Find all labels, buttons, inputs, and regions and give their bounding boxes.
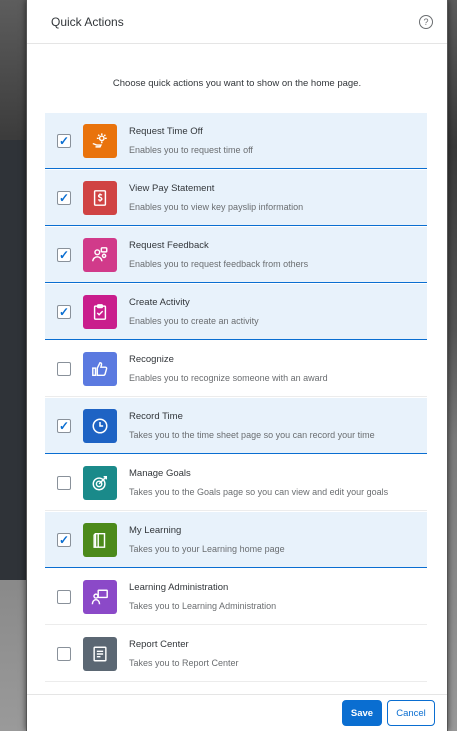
checkmark-icon: ✓ bbox=[58, 133, 70, 148]
quick-action-description: Enables you to create an activity bbox=[129, 316, 259, 326]
quick-action-checkbox[interactable]: ✓ bbox=[57, 304, 71, 319]
quick-action-name: Manage Goals bbox=[129, 468, 191, 479]
quick-action-text: Manage Goals Takes you to the Goals page … bbox=[129, 468, 388, 497]
quick-action-text: My Learning Takes you to your Learning ho… bbox=[129, 525, 285, 554]
dialog-title: Quick Actions bbox=[51, 14, 124, 29]
quick-action-item[interactable]: ✓ Request Time Off Enables you to request … bbox=[45, 113, 427, 169]
quick-action-text: Request Time Off Enables you to request t… bbox=[129, 126, 253, 155]
quick-action-text: Record Time Takes you to the time sheet p… bbox=[129, 411, 375, 440]
quick-action-checkbox[interactable] bbox=[57, 361, 71, 376]
dollar-document-icon bbox=[83, 180, 117, 215]
quick-action-name: View Pay Statement bbox=[129, 183, 215, 194]
quick-action-description: Enables you to request time off bbox=[129, 145, 253, 155]
quick-action-text: Recognize Enables you to recognize someon… bbox=[129, 354, 328, 383]
help-icon[interactable]: ? bbox=[419, 14, 433, 29]
quick-action-checkbox[interactable]: ✓ bbox=[57, 190, 71, 205]
report-icon bbox=[83, 636, 117, 671]
quick-action-description: Enables you to recognize someone with an… bbox=[129, 373, 328, 383]
quick-actions-dialog: Quick Actions ? Choose quick actions you… bbox=[26, 0, 448, 731]
quick-action-item[interactable]: Manage Goals Takes you to the Goals page … bbox=[45, 455, 427, 511]
quick-action-checkbox[interactable]: ✓ bbox=[57, 532, 71, 547]
checkmark-icon: ✓ bbox=[58, 190, 70, 205]
quick-action-text: Learning Administration Takes you to Lear… bbox=[129, 582, 276, 611]
quick-action-item[interactable]: Learning Administration Takes you to Lear… bbox=[45, 569, 427, 625]
quick-action-description: Takes you to your Learning home page bbox=[129, 544, 285, 554]
book-icon bbox=[83, 522, 117, 557]
quick-action-description: Takes you to Report Center bbox=[129, 658, 239, 668]
quick-action-text: Create Activity Enables you to create an … bbox=[129, 297, 259, 326]
quick-action-description: Enables you to view key payslip informat… bbox=[129, 202, 304, 212]
target-icon bbox=[83, 465, 117, 500]
dialog-header: Quick Actions ? bbox=[27, 0, 447, 44]
quick-action-checkbox[interactable]: ✓ bbox=[57, 133, 71, 148]
quick-action-description: Takes you to Learning Administration bbox=[129, 601, 277, 611]
thumbs-up-icon bbox=[83, 351, 117, 386]
quick-action-item[interactable]: ✓ View Pay Statement Enables you to view k… bbox=[45, 170, 427, 226]
quick-action-item[interactable]: ✓ My Learning Takes you to your Learning h… bbox=[45, 512, 427, 568]
save-button[interactable]: Save bbox=[342, 700, 382, 726]
background-app-strip bbox=[0, 140, 26, 580]
quick-action-name: Report Center bbox=[129, 639, 189, 650]
quick-action-text: Report Center Takes you to Report Center bbox=[129, 639, 239, 668]
quick-action-name: Request Feedback bbox=[129, 240, 209, 251]
quick-action-name: Learning Administration bbox=[129, 582, 229, 593]
quick-action-checkbox[interactable] bbox=[57, 589, 71, 604]
quick-action-name: Recognize bbox=[129, 354, 174, 365]
quick-action-name: Request Time Off bbox=[129, 126, 203, 137]
checkmark-icon: ✓ bbox=[58, 532, 70, 547]
quick-action-text: View Pay Statement Enables you to view ke… bbox=[129, 183, 303, 212]
clipboard-icon bbox=[83, 294, 117, 329]
dialog-footer: Save Cancel bbox=[27, 694, 447, 731]
quick-action-description: Enables you to request feedback from oth… bbox=[129, 259, 309, 269]
quick-action-description: Takes you to the Goals page so you can v… bbox=[129, 487, 389, 497]
quick-action-name: Record Time bbox=[129, 411, 183, 422]
quick-action-checkbox[interactable] bbox=[57, 475, 71, 490]
cancel-button[interactable]: Cancel bbox=[387, 700, 435, 726]
people-feedback-icon bbox=[83, 237, 117, 272]
quick-action-item[interactable]: Report Center Takes you to Report Center bbox=[45, 626, 427, 682]
quick-action-description: Takes you to the time sheet page so you … bbox=[129, 430, 375, 440]
quick-action-item[interactable]: ✓ Request Feedback Enables you to request … bbox=[45, 227, 427, 283]
checkmark-icon: ✓ bbox=[58, 418, 70, 433]
teacher-board-icon bbox=[83, 579, 117, 614]
clock-icon bbox=[83, 408, 117, 443]
intro-text: Choose quick actions you want to show on… bbox=[112, 78, 362, 89]
quick-action-name: Create Activity bbox=[129, 297, 190, 308]
quick-action-name: My Learning bbox=[129, 525, 182, 536]
quick-action-checkbox[interactable] bbox=[57, 646, 71, 661]
sun-on-hand-icon bbox=[83, 123, 117, 158]
quick-action-item[interactable]: ✓ Create Activity Enables you to create an… bbox=[45, 284, 427, 340]
quick-action-checkbox[interactable]: ✓ bbox=[57, 247, 71, 262]
quick-action-text: Request Feedback Enables you to request f… bbox=[129, 240, 308, 269]
quick-action-item[interactable]: ✓ Record Time Takes you to the time sheet … bbox=[45, 398, 427, 454]
checkmark-icon: ✓ bbox=[58, 304, 70, 319]
quick-action-checkbox[interactable]: ✓ bbox=[57, 418, 71, 433]
quick-action-item[interactable]: Recognize Enables you to recognize someon… bbox=[45, 341, 427, 397]
checkmark-icon: ✓ bbox=[58, 247, 70, 262]
